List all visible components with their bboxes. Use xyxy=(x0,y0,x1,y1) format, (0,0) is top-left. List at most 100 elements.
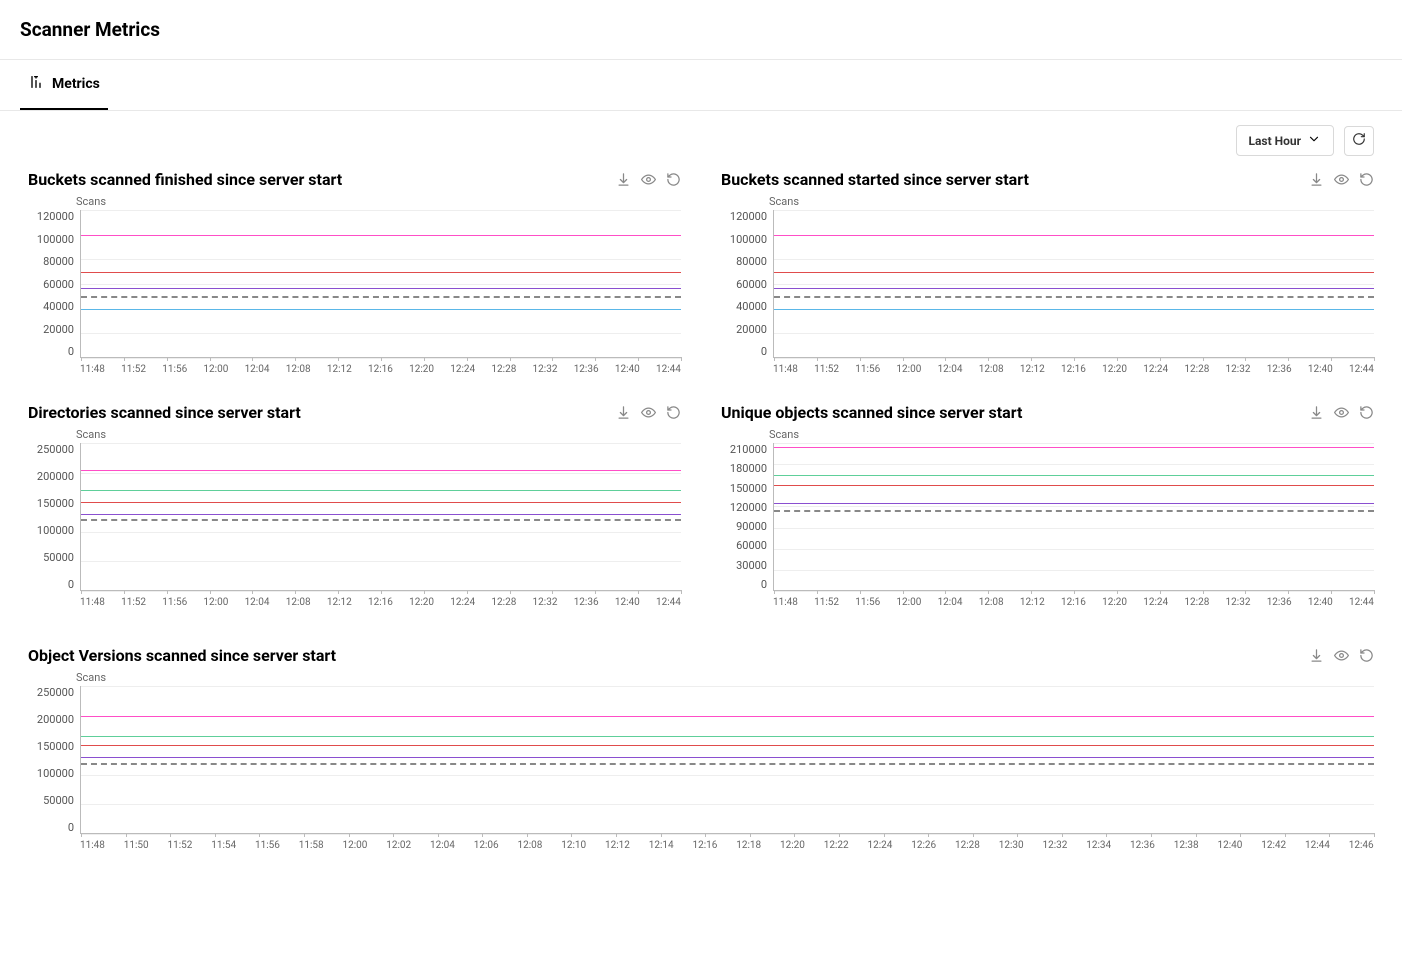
chart-area: Scans 250000200000150000100000500000 11:… xyxy=(28,428,681,608)
x-tick xyxy=(1285,833,1286,837)
x-tick xyxy=(1160,357,1161,361)
x-tick-label: 12:24 xyxy=(1143,597,1168,608)
gridline xyxy=(81,834,1374,835)
chart-series xyxy=(81,716,1374,717)
download-icon[interactable] xyxy=(1309,405,1324,420)
chart-series xyxy=(81,736,1374,737)
chart-header: Object Versions scanned since server sta… xyxy=(28,646,1374,665)
chart-body: 250000200000150000100000500000 xyxy=(28,443,681,591)
x-tick-label: 12:44 xyxy=(656,597,681,608)
plot-area[interactable] xyxy=(80,443,681,591)
x-tick-label: 11:48 xyxy=(80,597,105,608)
x-tick-label: 12:04 xyxy=(245,597,270,608)
chart-header: Buckets scanned started since server sta… xyxy=(721,170,1374,189)
y-tick-label: 100000 xyxy=(730,233,767,246)
x-tick-label: 12:00 xyxy=(203,364,228,375)
tab-metrics[interactable]: Metrics xyxy=(20,60,108,110)
plot-area[interactable] xyxy=(773,210,1374,358)
x-tick-label: 12:16 xyxy=(368,364,393,375)
chart-header: Unique objects scanned since server star… xyxy=(721,403,1374,422)
chart-series xyxy=(81,490,681,491)
refresh-icon xyxy=(1352,132,1366,150)
download-icon[interactable] xyxy=(1309,648,1324,663)
x-tick xyxy=(424,590,425,594)
chart-directories-scanned: Directories scanned since server start S… xyxy=(28,403,681,608)
x-tick xyxy=(1160,590,1161,594)
chart-header: Buckets scanned finished since server st… xyxy=(28,170,681,189)
x-tick-label: 11:58 xyxy=(299,840,324,851)
y-tick-label: 50000 xyxy=(43,551,74,564)
eye-icon[interactable] xyxy=(1334,405,1349,420)
tabs: Metrics xyxy=(0,60,1402,111)
x-tick-label: 12:24 xyxy=(868,840,893,851)
chart-series xyxy=(81,514,681,515)
chart-title: Object Versions scanned since server sta… xyxy=(28,646,336,665)
plot-area[interactable] xyxy=(80,210,681,358)
x-tick-label: 12:44 xyxy=(1349,364,1374,375)
x-tick-label: 12:08 xyxy=(286,364,311,375)
x-tick-label: 12:24 xyxy=(450,597,475,608)
y-axis-title: Scans xyxy=(76,671,1374,684)
x-tick xyxy=(393,833,394,837)
refresh-icon[interactable] xyxy=(1359,405,1374,420)
chart-series xyxy=(81,296,681,298)
x-tick-label: 12:28 xyxy=(491,364,516,375)
refresh-icon[interactable] xyxy=(666,172,681,187)
x-tick xyxy=(638,357,639,361)
x-tick xyxy=(210,357,211,361)
x-tick-label: 12:28 xyxy=(1184,364,1209,375)
x-tick-label: 12:24 xyxy=(450,364,475,375)
x-tick xyxy=(945,590,946,594)
y-tick-label: 60000 xyxy=(736,278,767,291)
y-tick-label: 0 xyxy=(761,578,767,591)
chart-actions xyxy=(1309,405,1374,420)
refresh-icon[interactable] xyxy=(666,405,681,420)
x-tick-label: 12:00 xyxy=(896,364,921,375)
chart-area: Scans 2100001800001500001200009000060000… xyxy=(721,428,1374,608)
chart-series xyxy=(774,309,1374,310)
refresh-icon[interactable] xyxy=(1359,648,1374,663)
time-range-select[interactable]: Last Hour xyxy=(1236,125,1334,156)
download-icon[interactable] xyxy=(1309,172,1324,187)
y-tick-label: 100000 xyxy=(37,233,74,246)
x-tick xyxy=(124,590,125,594)
x-tick-label: 12:32 xyxy=(533,597,558,608)
x-tick-label: 11:52 xyxy=(121,597,146,608)
chart-actions xyxy=(616,405,681,420)
x-tick xyxy=(817,357,818,361)
eye-icon[interactable] xyxy=(641,172,656,187)
x-tick-label: 11:52 xyxy=(168,840,193,851)
chevron-down-icon xyxy=(1307,132,1321,149)
x-tick-label: 12:12 xyxy=(1020,597,1045,608)
chart-series xyxy=(774,503,1374,504)
x-tick xyxy=(903,357,904,361)
x-tick-label: 12:44 xyxy=(1305,840,1330,851)
global-refresh-button[interactable] xyxy=(1344,126,1374,156)
y-tick-label: 60000 xyxy=(43,278,74,291)
y-tick-label: 20000 xyxy=(736,323,767,336)
eye-icon[interactable] xyxy=(641,405,656,420)
x-tick-label: 12:12 xyxy=(605,840,630,851)
x-tick xyxy=(638,590,639,594)
x-tick xyxy=(988,357,989,361)
chart-title: Directories scanned since server start xyxy=(28,403,301,422)
y-tick-label: 50000 xyxy=(43,794,74,807)
x-tick-label: 12:38 xyxy=(1174,840,1199,851)
x-tick xyxy=(1374,833,1375,837)
plot-area[interactable] xyxy=(773,443,1374,591)
y-tick-label: 40000 xyxy=(736,300,767,313)
x-tick-label: 12:20 xyxy=(1102,364,1127,375)
gridline xyxy=(774,528,1374,529)
chart-series xyxy=(774,475,1374,476)
eye-icon[interactable] xyxy=(1334,172,1349,187)
x-tick-label: 12:16 xyxy=(1061,364,1086,375)
eye-icon[interactable] xyxy=(1334,648,1349,663)
refresh-icon[interactable] xyxy=(1359,172,1374,187)
download-icon[interactable] xyxy=(616,405,631,420)
x-tick xyxy=(817,590,818,594)
plot-area[interactable] xyxy=(80,686,1374,834)
y-tick-label: 180000 xyxy=(730,462,767,475)
chart-actions xyxy=(616,172,681,187)
x-tick-label: 12:26 xyxy=(911,840,936,851)
download-icon[interactable] xyxy=(616,172,631,187)
